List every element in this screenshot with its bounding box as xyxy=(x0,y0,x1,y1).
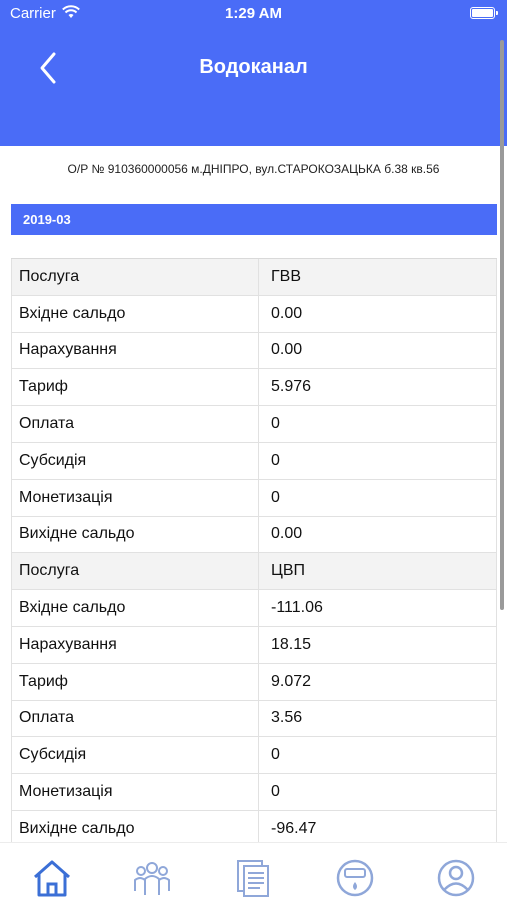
row-label: Субсидія xyxy=(12,442,259,479)
navigation-bar: Водоканал xyxy=(0,28,507,146)
row-value: ЦВП xyxy=(271,562,306,580)
battery-icon xyxy=(470,7,498,19)
row-label: Монетизація xyxy=(12,774,259,810)
row-label: Нарахування xyxy=(12,626,259,663)
table-row: Субсидія 0 xyxy=(11,442,497,480)
charges-table: Послуга ГВВ Вхідне сальдо 0.00 Нарахування 0.… xyxy=(11,258,497,848)
table-row: Послуга ЦВП xyxy=(11,553,497,591)
row-value: 9.072 xyxy=(271,672,312,690)
profile-icon[interactable] xyxy=(435,857,477,899)
table-row: Нарахування 18.15 xyxy=(11,626,497,664)
row-value: 18.15 xyxy=(271,635,312,653)
row-label: Вихідне сальдо xyxy=(12,516,259,553)
row-value: 0 xyxy=(271,488,280,506)
row-label: Субсидія xyxy=(12,737,259,774)
row-label: Послуга xyxy=(12,553,259,590)
documents-icon[interactable] xyxy=(232,857,274,899)
scrollbar[interactable] xyxy=(500,40,504,610)
row-label: Оплата xyxy=(12,406,259,442)
account-info: О/Р № 910360000056 м.ДНІПРО, вул.СТАРОКО… xyxy=(67,162,440,176)
tab-bar xyxy=(0,842,507,900)
row-label: Монетизація xyxy=(12,479,259,516)
people-icon[interactable] xyxy=(131,857,173,899)
row-value: -96.47 xyxy=(271,819,317,837)
row-value: 5.976 xyxy=(271,378,312,396)
row-value: -111.06 xyxy=(271,599,323,617)
row-value: 0 xyxy=(271,415,280,433)
home-icon[interactable] xyxy=(31,857,73,899)
row-label: Тариф xyxy=(12,663,259,700)
row-label: Тариф xyxy=(12,369,259,406)
meter-icon[interactable] xyxy=(334,857,376,899)
table-row: Вхідне сальдо -111.06 xyxy=(11,590,497,627)
row-value: 0.00 xyxy=(271,304,303,322)
row-value: 0.00 xyxy=(271,525,303,543)
row-value: 3.56 xyxy=(271,709,303,727)
row-label: Вхідне сальдо xyxy=(12,590,259,626)
table-row: Тариф 9.072 xyxy=(11,663,497,701)
table-row: Монетизація 0 xyxy=(11,479,497,517)
clock: 1:29 AM xyxy=(225,5,282,22)
row-label: Послуга xyxy=(12,259,259,295)
row-value: 0 xyxy=(271,783,280,801)
status-bar: Carrier 1:29 AM xyxy=(0,0,507,28)
row-value: 0.00 xyxy=(271,341,303,359)
table-row: Субсидія 0 xyxy=(11,737,497,775)
row-value: 0 xyxy=(271,451,280,469)
table-row: Тариф 5.976 xyxy=(11,369,497,407)
table-row: Нарахування 0.00 xyxy=(11,332,497,370)
page-title: Водоканал xyxy=(199,56,308,78)
table-row: Послуга ГВВ xyxy=(11,259,497,296)
row-value: 0 xyxy=(271,746,280,764)
table-row: Вхідне сальдо 0.00 xyxy=(11,295,497,333)
table-row: Оплата 0 xyxy=(11,406,497,443)
table-row: Вихідне сальдо 0.00 xyxy=(11,516,497,554)
row-label: Оплата xyxy=(12,700,259,737)
table-row: Оплата 3.56 xyxy=(11,700,497,738)
table-row: Монетизація 0 xyxy=(11,774,497,811)
row-label: Нарахування xyxy=(12,332,259,369)
row-value: ГВВ xyxy=(271,267,302,285)
period-header[interactable]: 2019-03 xyxy=(11,204,497,235)
row-label: Вхідне сальдо xyxy=(12,295,259,332)
